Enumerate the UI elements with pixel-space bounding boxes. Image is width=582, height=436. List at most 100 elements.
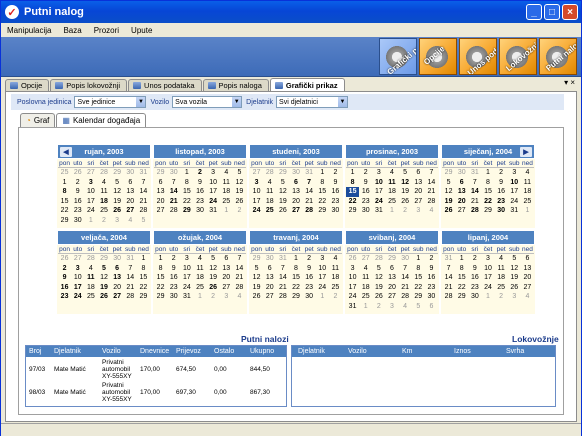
calendar-day[interactable]: 12 — [508, 264, 521, 274]
calendar-day[interactable]: 4 — [399, 302, 412, 312]
calendar-day[interactable]: 20 — [289, 197, 302, 207]
calendar-day[interactable]: 27 — [84, 168, 97, 178]
calendar-day[interactable]: 16 — [193, 187, 206, 197]
calendar-day[interactable]: 5 — [412, 302, 425, 312]
calendar-day[interactable]: 30 — [455, 168, 468, 178]
calendar-day[interactable]: 15 — [180, 187, 193, 197]
calendar-day[interactable]: 26 — [207, 283, 220, 293]
calendar-day[interactable]: 16 — [58, 283, 71, 293]
calendar-day[interactable]: 16 — [303, 273, 316, 283]
calendar-day[interactable]: 8 — [316, 178, 329, 188]
calendar-day[interactable]: 15 — [137, 273, 150, 283]
calendar-day[interactable]: 6 — [289, 178, 302, 188]
calendar-day[interactable]: 1 — [154, 254, 167, 264]
calendar-day[interactable]: 28 — [233, 283, 246, 293]
calendar-day[interactable]: 3 — [481, 254, 494, 264]
calendar-day[interactable]: 19 — [442, 197, 455, 207]
calendar-day[interactable]: 20 — [455, 197, 468, 207]
calendar-day[interactable]: 9 — [329, 178, 342, 188]
calendar-day[interactable]: 23 — [329, 197, 342, 207]
calendar-day[interactable]: 16 — [167, 273, 180, 283]
calendar-day[interactable]: 23 — [58, 292, 71, 302]
calendar-day[interactable]: 28 — [84, 254, 97, 264]
calendar-day[interactable]: 14 — [442, 273, 455, 283]
calendar-day[interactable]: 15 — [289, 273, 302, 283]
calendar-day[interactable]: 31 — [180, 292, 193, 302]
calendar-day[interactable]: 30 — [303, 292, 316, 302]
calendar-day[interactable]: 18 — [84, 283, 97, 293]
calendar-day[interactable]: 6 — [521, 254, 534, 264]
calendar-day[interactable]: 7 — [399, 264, 412, 274]
calendar-day[interactable]: 3 — [71, 264, 84, 274]
calendar-day[interactable]: 1 — [481, 292, 494, 302]
calendar-day[interactable]: 29 — [154, 292, 167, 302]
calendar-day[interactable]: 24 — [346, 292, 359, 302]
calendar-day[interactable]: 11 — [359, 273, 372, 283]
calendar-day[interactable]: 4 — [97, 178, 110, 188]
calendar-day[interactable]: 27 — [250, 168, 263, 178]
calendar-day[interactable]: 14 — [167, 187, 180, 197]
calendar-day[interactable]: 2 — [233, 206, 246, 216]
calendar-day[interactable]: 28 — [303, 206, 316, 216]
calendar-day[interactable]: 29 — [154, 168, 167, 178]
calendar-day[interactable]: 24 — [207, 197, 220, 207]
calendar-day[interactable]: 2 — [359, 168, 372, 178]
calendar-day[interactable]: 27 — [154, 206, 167, 216]
calendar-day[interactable]: 20 — [385, 283, 398, 293]
calendar-day[interactable]: 24 — [372, 197, 385, 207]
calendar-day[interactable]: 31 — [508, 206, 521, 216]
calendar-day[interactable]: 22 — [180, 197, 193, 207]
calendar-day[interactable]: 19 — [97, 283, 110, 293]
calendar-day[interactable]: 4 — [84, 264, 97, 274]
calendar-day[interactable]: 26 — [250, 292, 263, 302]
tab-graficki-prikaz[interactable]: Grafički prikaz — [269, 78, 345, 91]
calendar-day[interactable]: 28 — [372, 254, 385, 264]
calendar-day[interactable]: 28 — [399, 292, 412, 302]
calendar-day[interactable]: 21 — [468, 197, 481, 207]
calendar-day[interactable]: 18 — [359, 283, 372, 293]
calendar-day[interactable]: 29 — [276, 168, 289, 178]
calendar-day[interactable]: 1 — [481, 168, 494, 178]
calendar-day[interactable]: 5 — [111, 178, 124, 188]
calendar-day[interactable]: 3 — [385, 302, 398, 312]
calendar-day[interactable]: 4 — [124, 216, 137, 226]
calendar-day[interactable]: 17 — [250, 197, 263, 207]
calendar-day[interactable]: 11 — [495, 264, 508, 274]
calendar-day[interactable]: 18 — [521, 187, 534, 197]
calendar-day[interactable]: 10 — [316, 264, 329, 274]
calendar-day[interactable]: 18 — [263, 197, 276, 207]
calendar-day[interactable]: 27 — [111, 292, 124, 302]
calendar-day[interactable]: 29 — [180, 206, 193, 216]
calendar-day[interactable]: 25 — [84, 292, 97, 302]
calendar-day[interactable]: 9 — [303, 264, 316, 274]
calendar-day[interactable]: 3 — [180, 254, 193, 264]
calendar-day[interactable]: 28 — [137, 206, 150, 216]
calendar-day[interactable]: 1 — [289, 254, 302, 264]
table-row[interactable]: 97/03 Mate Matić Privatni automobil XY-555XY… — [26, 358, 286, 380]
calendar-day[interactable]: 13 — [154, 187, 167, 197]
calendar-day[interactable]: 1 — [180, 168, 193, 178]
calendar-day[interactable]: 2 — [495, 292, 508, 302]
calendar-day[interactable]: 25 — [359, 292, 372, 302]
calendar-day[interactable]: 17 — [481, 273, 494, 283]
calendar-day[interactable]: 28 — [124, 292, 137, 302]
calendar-day[interactable]: 31 — [303, 168, 316, 178]
calendar-day[interactable]: 30 — [359, 206, 372, 216]
calendar-day[interactable]: 27 — [359, 254, 372, 264]
calendar-day[interactable]: 22 — [346, 197, 359, 207]
calendar-day[interactable]: 2 — [193, 168, 206, 178]
calendar-day[interactable]: 25 — [58, 168, 71, 178]
calendar-day[interactable]: 27 — [71, 254, 84, 264]
calendar-day[interactable]: 22 — [154, 283, 167, 293]
calendar-day[interactable]: 31 — [468, 168, 481, 178]
calendar-day[interactable]: 28 — [263, 168, 276, 178]
calendar-day[interactable]: 30 — [329, 206, 342, 216]
calendar-day[interactable]: 26 — [346, 254, 359, 264]
calendar-day[interactable]: 25 — [329, 283, 342, 293]
calendar-day[interactable]: 6 — [412, 168, 425, 178]
calendar-day[interactable]: 5 — [442, 178, 455, 188]
menu-prozori[interactable]: Prozori — [94, 26, 119, 35]
calendar-day[interactable]: 7 — [167, 178, 180, 188]
calendar-day[interactable]: 5 — [250, 264, 263, 274]
calendar-day[interactable]: 2 — [167, 254, 180, 264]
